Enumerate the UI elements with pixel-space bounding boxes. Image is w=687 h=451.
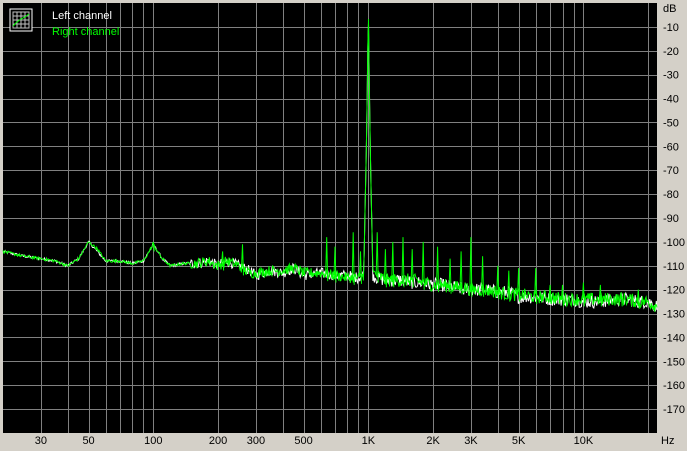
y-tick-label: -20 <box>663 46 679 58</box>
x-tick-label: 5K <box>512 435 526 447</box>
x-tick-label: 200 <box>209 435 227 447</box>
y-tick-label: -40 <box>663 94 679 106</box>
x-unit-label: Hz <box>661 435 674 447</box>
chart-svg: -10 -20 -30 -40 -50 -60 -70 -80 -90 -100 -110 -120 -… <box>2 3 685 447</box>
y-tick-label: -30 <box>663 70 679 82</box>
x-tick-label: 10K <box>574 435 594 447</box>
x-tick-label: 100 <box>144 435 162 447</box>
y-tick-label: -130 <box>663 309 685 321</box>
y-tick-label: -110 <box>663 261 684 273</box>
x-tick-label: 300 <box>247 435 265 447</box>
x-tick-label: 50 <box>82 435 94 447</box>
x-tick-label: 3K <box>464 435 478 447</box>
x-tick-label: 30 <box>35 435 47 447</box>
x-tick-label: 1K <box>362 435 376 447</box>
spectrum-chart: -10 -20 -30 -40 -50 -60 -70 -80 -90 -100 -110 -120 -… <box>0 0 687 451</box>
y-tick-label: -100 <box>663 237 685 249</box>
y-tick-label: -120 <box>663 285 685 297</box>
y-unit-label: dB <box>663 3 676 15</box>
x-tick-label: 2K <box>426 435 440 447</box>
legend-label-left: Left channel <box>52 10 112 22</box>
y-tick-label: -70 <box>663 165 679 177</box>
y-tick-label: -90 <box>663 213 679 225</box>
y-tick-label: -80 <box>663 189 679 201</box>
legend-label-right: Right channel <box>52 26 119 38</box>
x-tick-label: 500 <box>294 435 312 447</box>
y-tick-label: -60 <box>663 141 679 153</box>
y-tick-label: -170 <box>663 404 685 416</box>
y-tick-label: -160 <box>663 380 685 392</box>
y-tick-label: -140 <box>663 332 685 344</box>
y-tick-label: -10 <box>663 22 679 34</box>
y-tick-label: -150 <box>663 356 685 368</box>
x-axis: 30 50 100 200 300 500 1K 2K 3K 5K 10K <box>35 435 594 447</box>
y-tick-label: -50 <box>663 117 679 129</box>
y-axis: -10 -20 -30 -40 -50 -60 -70 -80 -90 -100 -110 -120 -… <box>663 22 685 416</box>
